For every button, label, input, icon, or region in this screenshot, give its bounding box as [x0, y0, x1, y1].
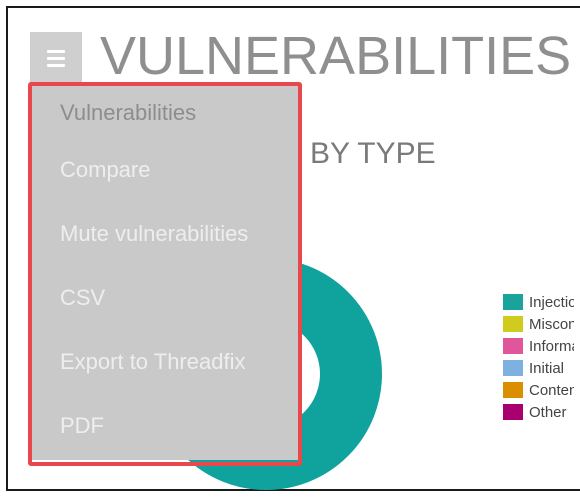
- legend-swatch: [503, 338, 523, 354]
- legend-item: Injection: [503, 291, 574, 313]
- menu-item-pdf[interactable]: PDF: [30, 394, 298, 458]
- menu-item-compare[interactable]: Compare: [30, 138, 298, 202]
- legend-item: Misconfiguration: [503, 313, 574, 335]
- legend-swatch: [503, 294, 523, 310]
- menu-button[interactable]: [30, 32, 82, 84]
- section-title: BY TYPE: [310, 137, 436, 170]
- hamburger-icon-bar: [47, 56, 65, 60]
- page-title: VULNERABILITIES: [100, 26, 572, 86]
- legend-swatch: [503, 404, 523, 420]
- legend-label: Information: [529, 337, 574, 355]
- menu-list: Vulnerabilities Compare Mute vulnerabili…: [30, 82, 298, 458]
- legend-swatch: [503, 360, 523, 376]
- legend-item: Content: [503, 379, 574, 401]
- menu-item-vulnerabilities[interactable]: Vulnerabilities: [30, 82, 298, 138]
- legend-item: Initial: [503, 357, 574, 379]
- menu-item-export-threadfix[interactable]: Export to Threadfix: [30, 330, 298, 394]
- dropdown-menu: Vulnerabilities Compare Mute vulnerabili…: [30, 82, 298, 460]
- legend-label: Misconfiguration: [529, 315, 574, 333]
- chart-legend: Injection Misconfiguration Information I…: [503, 291, 574, 423]
- legend-label: Content: [529, 381, 574, 399]
- hamburger-icon-bar: [47, 63, 65, 67]
- menu-item-mute-vulnerabilities[interactable]: Mute vulnerabilities: [30, 202, 298, 266]
- legend-swatch: [503, 382, 523, 398]
- legend-swatch: [503, 316, 523, 332]
- legend-label: Injection: [529, 293, 574, 311]
- legend-item: Information: [503, 335, 574, 357]
- legend-label: Other: [529, 403, 567, 421]
- legend-item: Other: [503, 401, 574, 423]
- legend-label: Initial: [529, 359, 565, 377]
- hamburger-icon: [47, 49, 65, 53]
- menu-item-csv[interactable]: CSV: [30, 266, 298, 330]
